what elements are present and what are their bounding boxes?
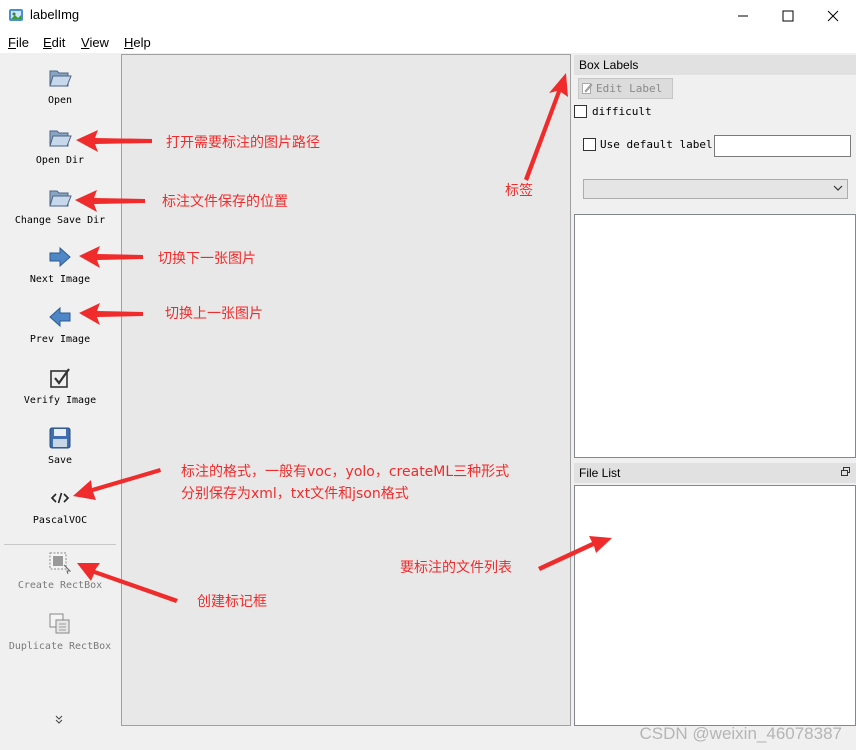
toolbar-separator bbox=[4, 544, 116, 545]
annotation-next-image: 切换下一张图片 bbox=[158, 251, 256, 267]
menu-file[interactable]: File bbox=[8, 35, 29, 50]
folder-open-icon bbox=[49, 190, 72, 207]
box-labels-dock-title: Box Labels bbox=[574, 55, 856, 75]
open-button[interactable]: Open bbox=[0, 65, 120, 106]
minimize-icon bbox=[737, 15, 748, 16]
create-rectbox-button[interactable]: Create RectBox bbox=[0, 550, 120, 591]
chevron-down-icon bbox=[833, 185, 843, 191]
floppy-disk-icon bbox=[49, 427, 71, 449]
menu-edit[interactable]: Edit bbox=[43, 35, 65, 50]
verify-image-button[interactable]: Verify Image bbox=[0, 365, 120, 406]
maximize-button[interactable] bbox=[765, 0, 810, 31]
float-dock-icon[interactable] bbox=[841, 467, 850, 476]
close-button[interactable] bbox=[810, 0, 855, 31]
change-save-dir-button[interactable]: Change Save Dir bbox=[0, 185, 120, 226]
use-default-label-label: Use default label bbox=[600, 138, 713, 151]
duplicate-rect-icon bbox=[49, 613, 70, 634]
next-image-button[interactable]: Next Image bbox=[0, 244, 120, 285]
annotation-format-line1: 标注的格式，一般有voc，yolo，createML三种形式 bbox=[181, 464, 510, 480]
file-list[interactable] bbox=[574, 485, 856, 726]
annotation-change-save-dir: 标注文件保存的位置 bbox=[162, 194, 288, 210]
arrow-left-icon bbox=[49, 306, 71, 328]
annotation-create-rectbox: 创建标记框 bbox=[197, 594, 267, 610]
difficult-checkbox[interactable] bbox=[574, 105, 587, 118]
pencil-icon bbox=[582, 83, 593, 94]
chevron-double-down-icon[interactable] bbox=[55, 715, 63, 727]
folder-open-icon bbox=[49, 130, 72, 147]
checkbox-check-icon bbox=[50, 368, 70, 388]
code-tag-icon bbox=[50, 492, 70, 504]
annotation-label: 标签 bbox=[505, 183, 533, 199]
minimize-button[interactable] bbox=[720, 0, 765, 31]
label-combobox[interactable] bbox=[583, 179, 848, 199]
annotation-format-line2: 分别保存为xml，txt文件和json格式 bbox=[181, 486, 409, 502]
annotation-file-list: 要标注的文件列表 bbox=[400, 560, 512, 576]
labelimg-app-icon bbox=[9, 9, 23, 21]
save-button[interactable]: Save bbox=[0, 425, 120, 466]
close-icon bbox=[827, 10, 838, 21]
use-default-label-checkbox[interactable] bbox=[583, 138, 596, 151]
menu-bar: File Edit View Help bbox=[0, 31, 856, 53]
arrow-right-icon bbox=[49, 246, 71, 268]
label-list[interactable] bbox=[574, 214, 856, 458]
file-list-dock-title: File List bbox=[574, 463, 856, 483]
menu-help[interactable]: Help bbox=[124, 35, 151, 50]
default-label-input[interactable] bbox=[714, 135, 851, 157]
csdn-watermark: CSDN @weixin_46078387 bbox=[639, 724, 842, 743]
duplicate-rectbox-button[interactable]: Duplicate RectBox bbox=[0, 611, 120, 652]
maximize-icon bbox=[782, 10, 793, 21]
folder-open-icon bbox=[49, 70, 72, 87]
menu-view[interactable]: View bbox=[81, 35, 109, 50]
open-dir-button[interactable]: Open Dir bbox=[0, 125, 120, 166]
difficult-label: difficult bbox=[592, 105, 652, 118]
pascalvoc-format-button[interactable]: PascalVOC bbox=[0, 485, 120, 526]
create-rect-icon bbox=[49, 552, 72, 575]
annotation-open-dir: 打开需要标注的图片路径 bbox=[166, 135, 320, 151]
left-toolbar: Open Open Dir Change Save Dir Next Image… bbox=[0, 55, 120, 727]
window-title: labelImg bbox=[30, 7, 80, 22]
annotation-prev-image: 切换上一张图片 bbox=[165, 306, 263, 322]
edit-label-button[interactable]: Edit Label bbox=[578, 78, 673, 99]
prev-image-button[interactable]: Prev Image bbox=[0, 304, 120, 345]
title-bar: labelImg bbox=[0, 0, 856, 31]
image-canvas[interactable] bbox=[121, 54, 571, 726]
